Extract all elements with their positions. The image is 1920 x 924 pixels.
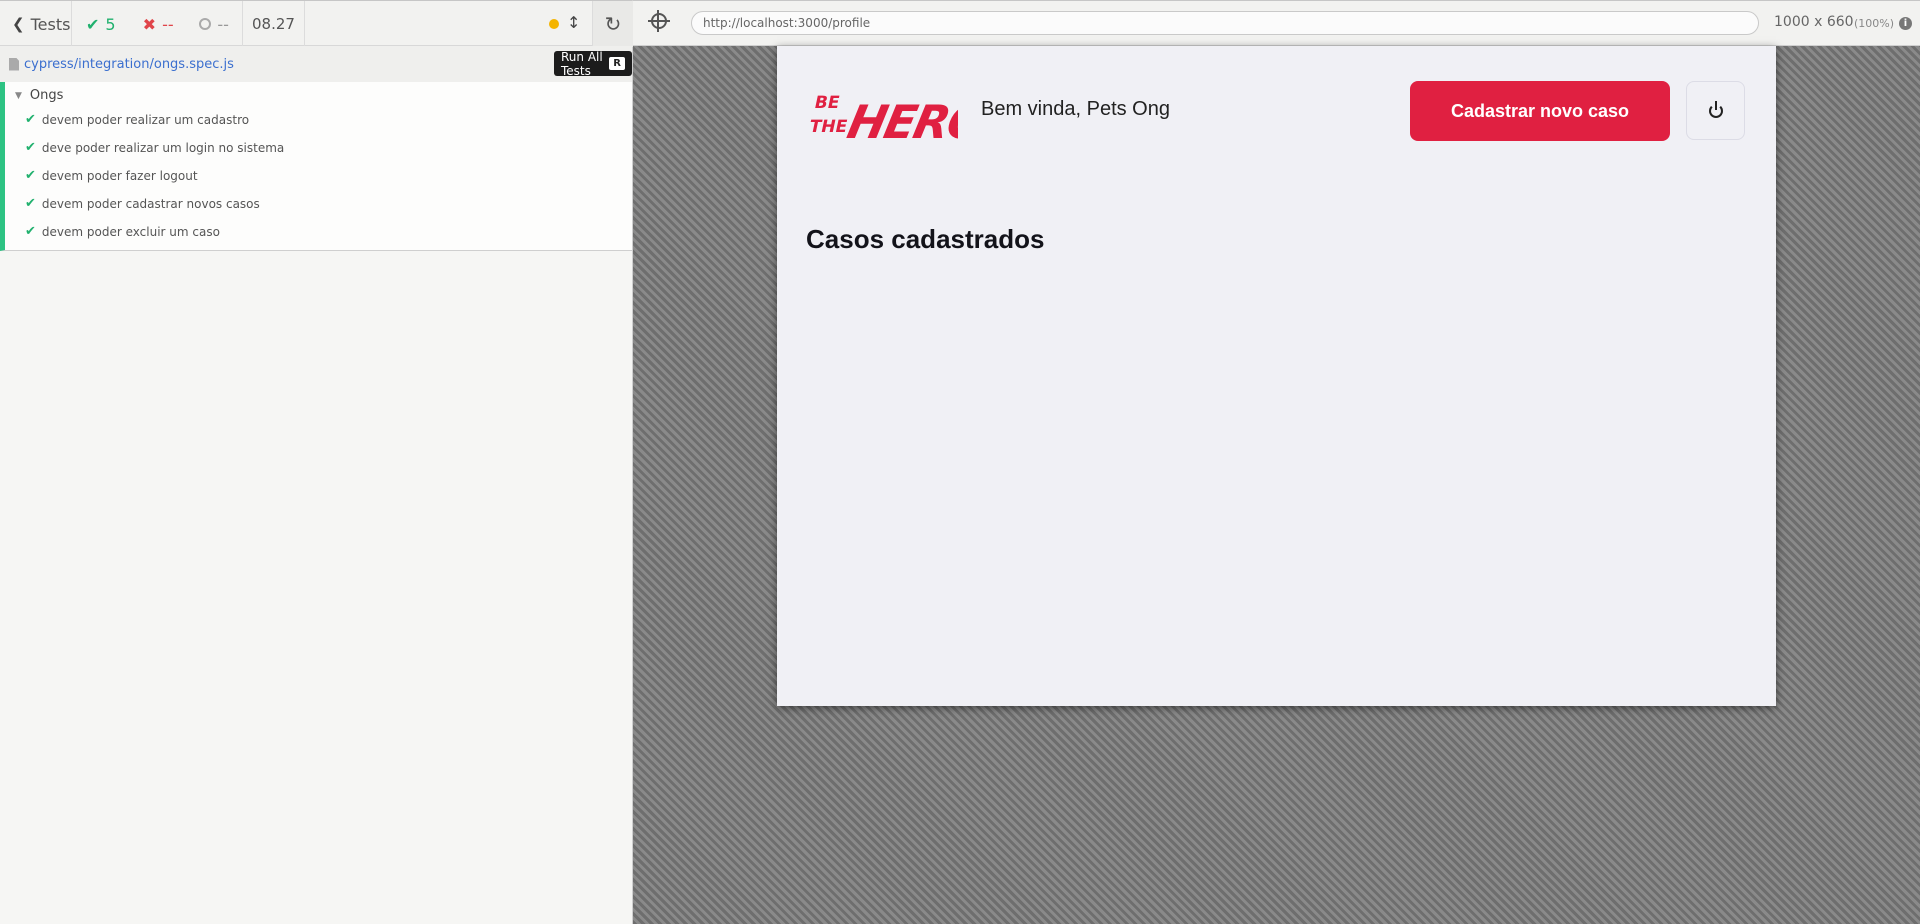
aut-header: http://localhost:3000/profile 1000 x 660…	[633, 0, 1920, 46]
check-icon: ✔	[86, 14, 100, 34]
test-row[interactable]: ✔ devem poder realizar um cadastro	[25, 112, 249, 127]
reporter-controls: ↕ ↻	[305, 1, 633, 47]
welcome-text: Bem vinda, Pets Ong	[981, 98, 1170, 120]
viewport-size: 1000 x 660	[1774, 14, 1854, 30]
test-row[interactable]: ✔ devem poder cadastrar novos casos	[25, 196, 260, 211]
file-icon	[9, 57, 19, 71]
test-title: devem poder cadastrar novos casos	[41, 196, 260, 211]
cross-icon: ✖	[142, 14, 157, 34]
tests-back-button[interactable]: ❮ Tests	[0, 1, 72, 47]
circle-icon	[199, 18, 212, 30]
failed-count: --	[162, 14, 174, 34]
url-bar: http://localhost:3000/profile	[691, 11, 1759, 35]
new-case-button[interactable]: Cadastrar novo caso	[1410, 81, 1670, 141]
passed-count: 5	[105, 14, 116, 34]
check-icon: ✔	[25, 196, 36, 211]
run-all-tests-button[interactable]: ↻	[592, 1, 633, 47]
power-icon	[1708, 100, 1723, 118]
refresh-icon: ↻	[604, 12, 622, 36]
check-icon: ✔	[25, 224, 36, 239]
check-icon: ✔	[25, 140, 36, 155]
running-status-dot	[549, 19, 559, 29]
suite-title-label: Ongs	[29, 88, 64, 103]
tooltip-text: Run All Tests	[561, 49, 603, 78]
suite-title[interactable]: ▼ Ongs	[15, 88, 63, 103]
tests-label: Tests	[30, 14, 71, 34]
test-suite: ▼ Ongs ✔ devem poder realizar um cadastr…	[0, 82, 632, 251]
test-title: devem poder fazer logout	[41, 168, 198, 183]
passed-stat: ✔ 5	[86, 15, 129, 34]
url-text: http://localhost:3000/profile	[703, 16, 871, 30]
test-title: deve poder realizar um login no sistema	[41, 140, 285, 155]
test-title: devem poder realizar um cadastro	[41, 112, 250, 127]
run-duration: 08.27	[243, 1, 305, 47]
failed-stat: ✖ --	[143, 15, 186, 34]
logo-be: BE	[813, 93, 842, 113]
viewport-scale: (100%)	[1854, 17, 1895, 30]
test-row[interactable]: ✔ devem poder excluir um caso	[25, 224, 220, 239]
reporter-header: ❮ Tests ✔ 5 ✖ -- -- 08.27 ↕ ↻	[0, 0, 633, 47]
tooltip-shortcut-key: R	[609, 57, 625, 70]
check-icon: ✔	[25, 168, 36, 183]
chevron-left-icon: ❮	[12, 15, 25, 33]
caret-down-icon: ▼	[15, 90, 22, 101]
app-frame: BE THE HERO Bem vinda, Pets Ong Cadastra…	[777, 46, 1776, 706]
test-title: devem poder excluir um caso	[41, 224, 220, 239]
info-icon[interactable]: i	[1899, 17, 1912, 30]
logo-hero: HERO	[843, 95, 958, 146]
selector-playground-icon[interactable]	[648, 10, 670, 32]
check-icon: ✔	[25, 112, 36, 127]
cases-title: Casos cadastrados	[806, 224, 1045, 254]
logo-the: THE	[807, 117, 849, 137]
auto-scroll-icon[interactable]: ↕	[567, 13, 580, 32]
test-row[interactable]: ✔ deve poder realizar um login no sistem…	[25, 140, 284, 155]
pending-count: --	[217, 14, 229, 34]
logout-button[interactable]	[1686, 81, 1745, 140]
test-stats: ✔ 5 ✖ -- --	[72, 1, 243, 47]
test-row[interactable]: ✔ devem poder fazer logout	[25, 168, 198, 183]
run-all-tests-tooltip: Run All Tests R	[554, 49, 632, 78]
be-the-hero-logo: BE THE HERO	[807, 93, 958, 146]
reporter-panel: ❮ Tests ✔ 5 ✖ -- -- 08.27 ↕ ↻ cypress/in…	[0, 0, 633, 924]
spec-file-link[interactable]: cypress/integration/ongs.spec.js	[24, 57, 234, 72]
spec-file-bar: cypress/integration/ongs.spec.js	[0, 46, 632, 83]
pending-stat: --	[199, 15, 242, 34]
